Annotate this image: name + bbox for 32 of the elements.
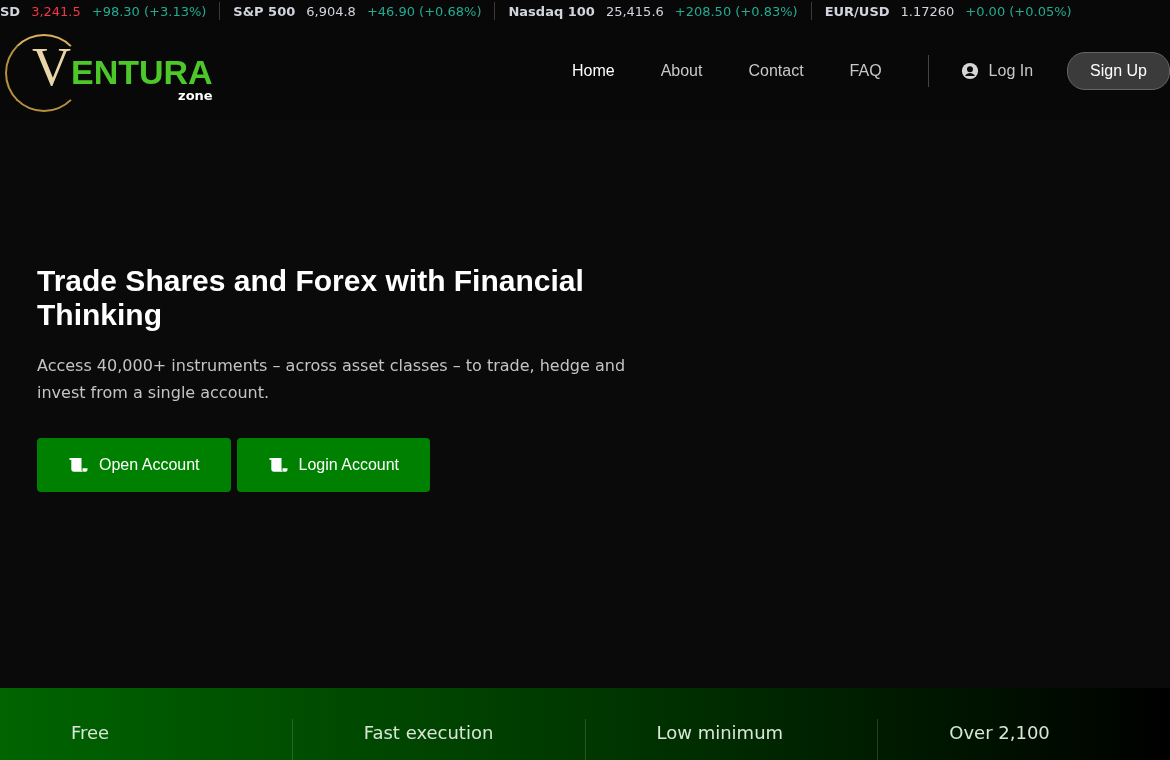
nav-link[interactable]: FAQ bbox=[849, 62, 882, 80]
ticker-price: 3,241.5 bbox=[31, 3, 81, 19]
ticker-change: +46.90 (+0.68%) bbox=[366, 3, 482, 19]
ticker-symbol[interactable]: SD bbox=[0, 3, 21, 19]
nav-link[interactable]: Contact bbox=[748, 62, 804, 80]
feature-title: Fast execution bbox=[363, 722, 494, 743]
ticker-symbol[interactable]: Nasdaq 100 bbox=[508, 3, 595, 19]
signup-button[interactable]: Sign Up bbox=[1067, 52, 1170, 90]
feature-title: Over 2,100 bbox=[949, 722, 1050, 743]
ticker-symbol[interactable]: EUR/USD bbox=[824, 3, 890, 19]
ticker-price: 1.17260 bbox=[900, 3, 955, 19]
ticker-price: 6,904.8 bbox=[306, 3, 356, 19]
nav-link[interactable]: About bbox=[660, 62, 703, 80]
logo-initial: V bbox=[32, 40, 71, 99]
login-link[interactable]: Log In bbox=[960, 62, 1034, 80]
scroll-icon bbox=[68, 457, 89, 473]
logo-tagline: zone bbox=[178, 89, 213, 102]
logo-name: ENTURA bbox=[71, 55, 213, 89]
ticker-price: 25,415.6 bbox=[605, 3, 664, 19]
hero-title: Trade Shares and Forex with Financial Thinking bbox=[37, 264, 585, 332]
feature-title: Low minimum bbox=[656, 722, 784, 743]
scroll-icon bbox=[267, 457, 289, 473]
ticker-change: +208.50 (+0.83%) bbox=[674, 3, 798, 19]
hero-text: Access 40,000+ instruments – across asset classes – to trade, hedge and invest from a single account. bbox=[37, 355, 627, 404]
account-button[interactable]: Open Account bbox=[37, 438, 231, 492]
ticker-change: +0.00 (+0.05%) bbox=[965, 3, 1072, 19]
account-button[interactable]: Login Account bbox=[236, 438, 431, 492]
nav-link[interactable]: Home bbox=[571, 62, 615, 80]
ticker-change: +98.30 (+3.13%) bbox=[91, 3, 207, 19]
ticker-symbol[interactable]: S&P 500 bbox=[233, 3, 296, 19]
user-icon bbox=[960, 62, 979, 80]
feature-title: Free bbox=[71, 722, 110, 743]
